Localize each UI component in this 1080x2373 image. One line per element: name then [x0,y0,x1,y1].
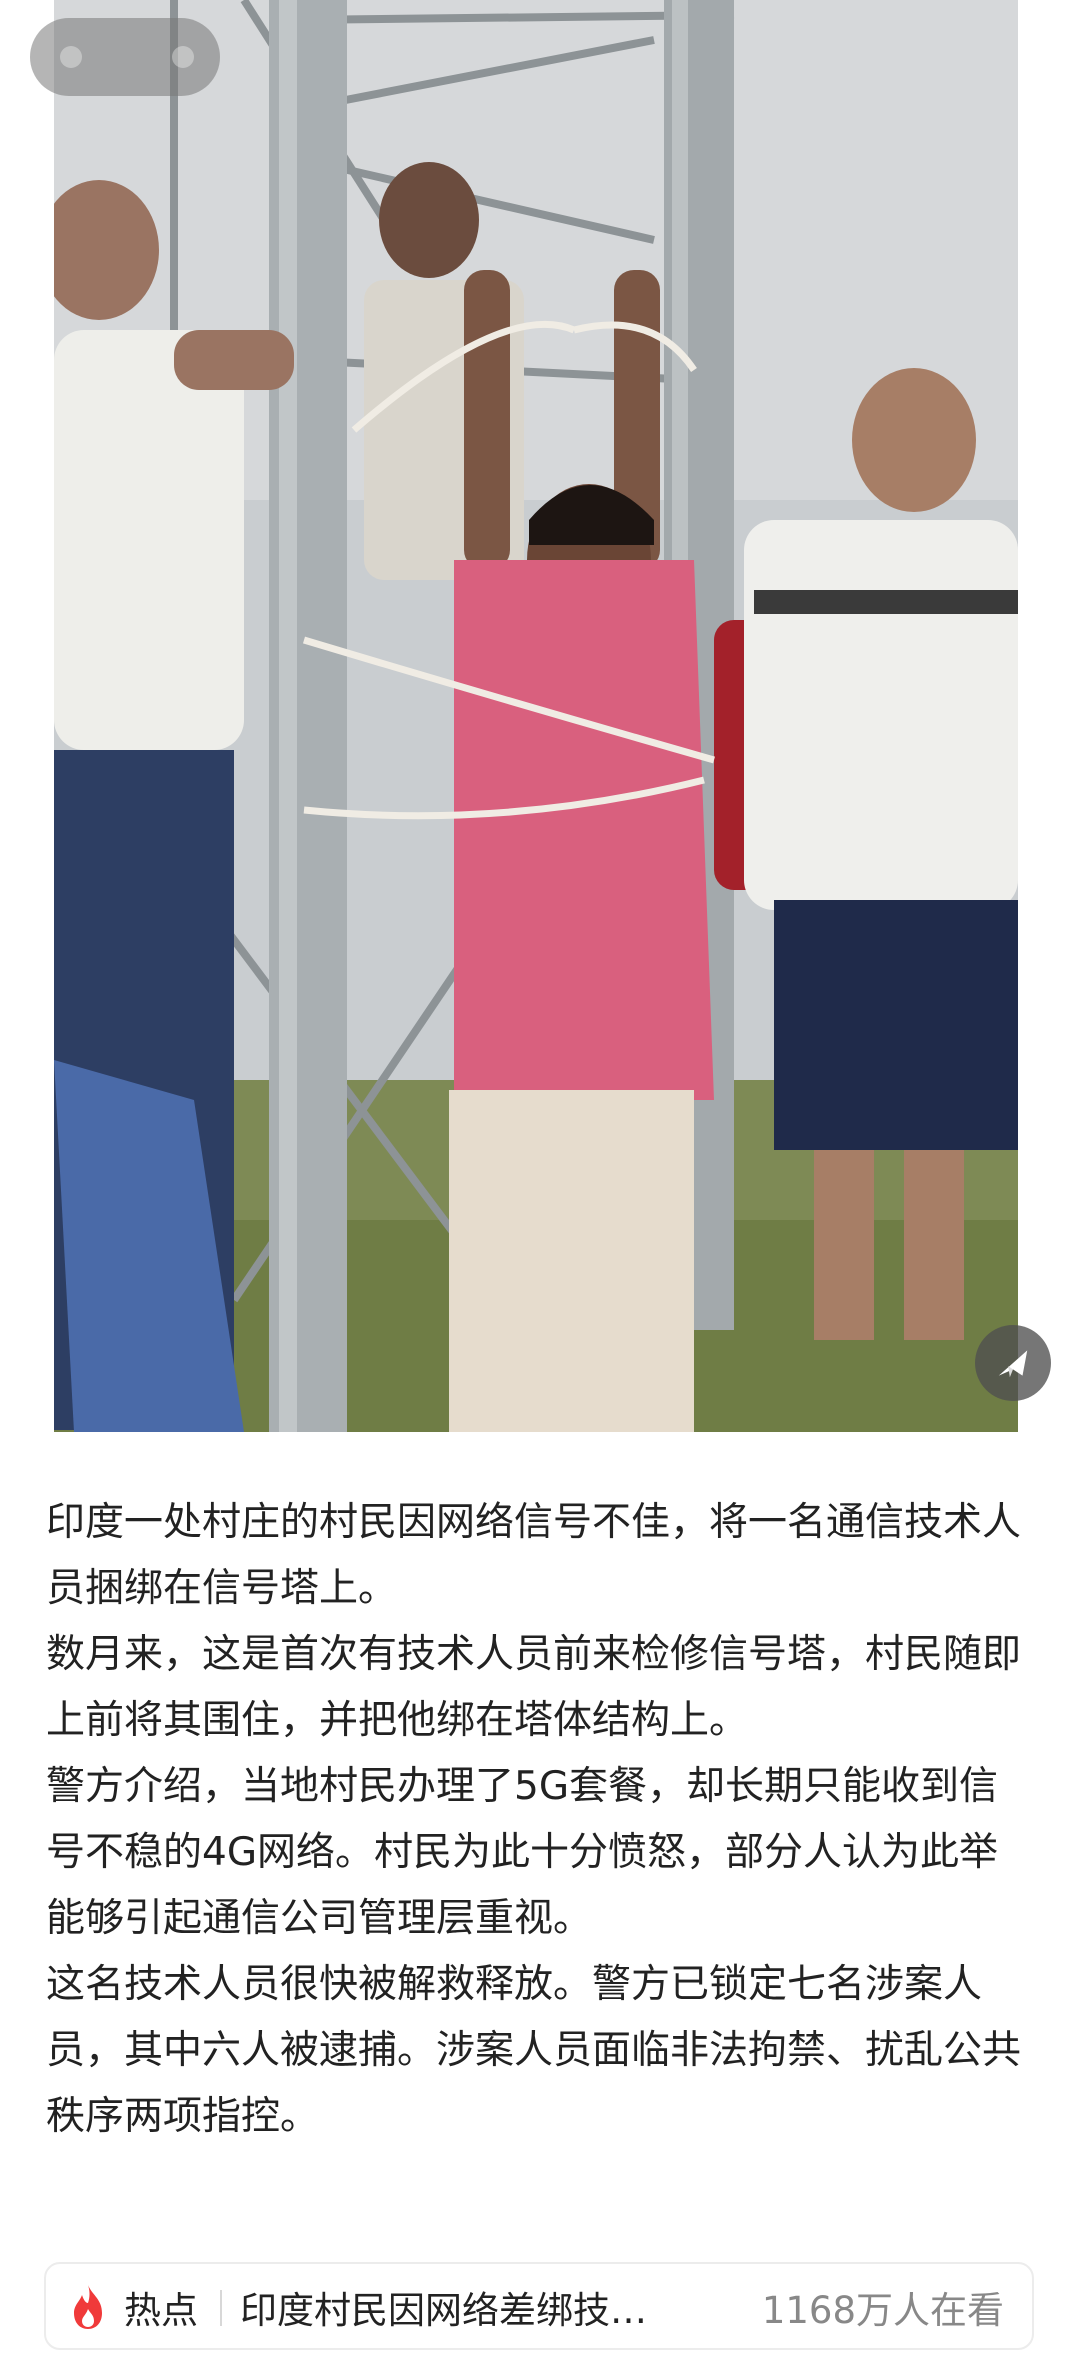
hot-topic-bar[interactable]: 热点 印度村民因网络差绑技… 1168万人在看 [44,2262,1034,2350]
back-icon [60,46,82,68]
article-paragraph: 这名技术人员很快被解救释放。警方已锁定七名涉案人员，其中六人被逮捕。涉案人员面临… [46,1962,1022,2139]
media-control-pill[interactable] [30,18,220,96]
hot-topic-title[interactable]: 印度村民因网络差绑技… [240,2280,740,2334]
viewer-count: 1168万人在看 [761,2289,1004,2332]
article-paragraph: 数月来，这是首次有技术人员前来检修信号塔，村民随即上前将其围住，并把他绑在塔体结… [46,1632,1022,1743]
more-icon [172,46,194,68]
hot-label: 热点 [124,2289,198,2332]
share-icon [998,1350,1028,1378]
divider [220,2290,222,2326]
article-paragraph: 印度一处村庄的村民因网络信号不佳，将一名通信技术人员捆绑在信号塔上。 [46,1500,1022,1611]
fire-icon [74,2285,102,2329]
photo-illustration [54,0,1018,1432]
news-photo[interactable] [54,0,1018,1432]
share-button[interactable] [975,1325,1051,1401]
article-body: 印度一处村庄的村民因网络信号不佳，将一名通信技术人员捆绑在信号塔上。 数月来，这… [46,1490,1036,2150]
article-paragraph: 警方介绍，当地村民办理了5G套餐，却长期只能收到信号不稳的4G网络。村民为此十分… [46,1764,999,1941]
